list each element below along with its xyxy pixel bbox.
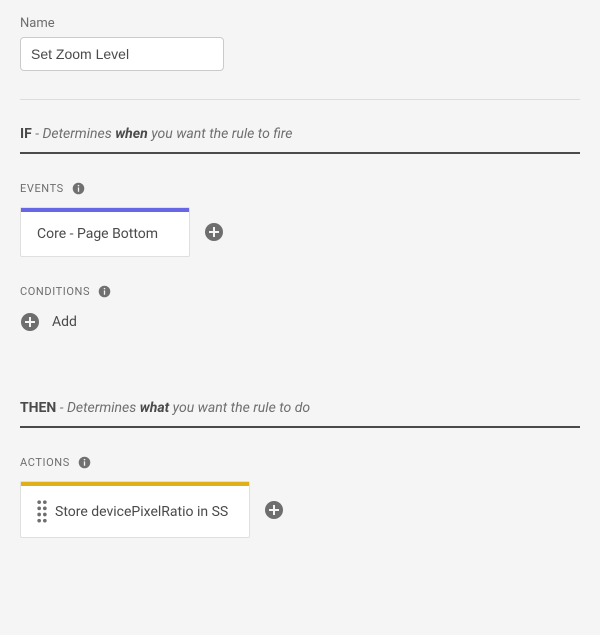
rule-name-input[interactable] xyxy=(20,37,224,71)
events-section-label: EVENTS xyxy=(20,182,580,195)
then-desc-3: you want the rule to do xyxy=(173,400,310,416)
add-condition-text: Add xyxy=(52,314,77,330)
then-desc-1: - Determines xyxy=(60,400,136,416)
if-prefix: IF xyxy=(20,126,32,142)
info-icon[interactable] xyxy=(78,456,91,469)
event-card-text: Core - Page Bottom xyxy=(37,226,158,242)
name-label: Name xyxy=(20,16,580,31)
events-label-text: EVENTS xyxy=(20,182,64,195)
add-event-button[interactable] xyxy=(204,222,224,242)
plus-circle-icon xyxy=(20,312,40,332)
actions-label-text: ACTIONS xyxy=(20,456,70,469)
then-heading: THEN - Determines what you want the rule… xyxy=(20,400,580,416)
conditions-section-label: CONDITIONS xyxy=(20,285,580,298)
if-desc-3: you want the rule to fire xyxy=(151,126,292,142)
actions-section-label: ACTIONS xyxy=(20,456,580,469)
drag-handle-icon[interactable] xyxy=(37,500,47,523)
add-action-button[interactable] xyxy=(264,500,284,520)
plus-circle-icon xyxy=(204,222,224,242)
info-icon[interactable] xyxy=(98,285,111,298)
then-desc-2: what xyxy=(140,400,169,416)
if-divider xyxy=(20,152,580,154)
add-condition-button[interactable]: Add xyxy=(20,312,580,332)
if-desc-2: when xyxy=(115,126,148,142)
then-prefix: THEN xyxy=(20,400,56,416)
divider xyxy=(20,99,580,100)
action-card[interactable]: Store devicePixelRatio in SS xyxy=(20,481,250,538)
conditions-label-text: CONDITIONS xyxy=(20,285,90,298)
events-row: Core - Page Bottom xyxy=(20,207,580,257)
info-icon[interactable] xyxy=(72,182,85,195)
if-heading: IF - Determines when you want the rule t… xyxy=(20,126,580,142)
actions-row: Store devicePixelRatio in SS xyxy=(20,481,580,538)
action-card-text: Store devicePixelRatio in SS xyxy=(55,504,228,520)
event-card[interactable]: Core - Page Bottom xyxy=(20,207,190,257)
then-divider xyxy=(20,426,580,428)
if-desc-1: - Determines xyxy=(35,126,111,142)
plus-circle-icon xyxy=(264,500,284,520)
